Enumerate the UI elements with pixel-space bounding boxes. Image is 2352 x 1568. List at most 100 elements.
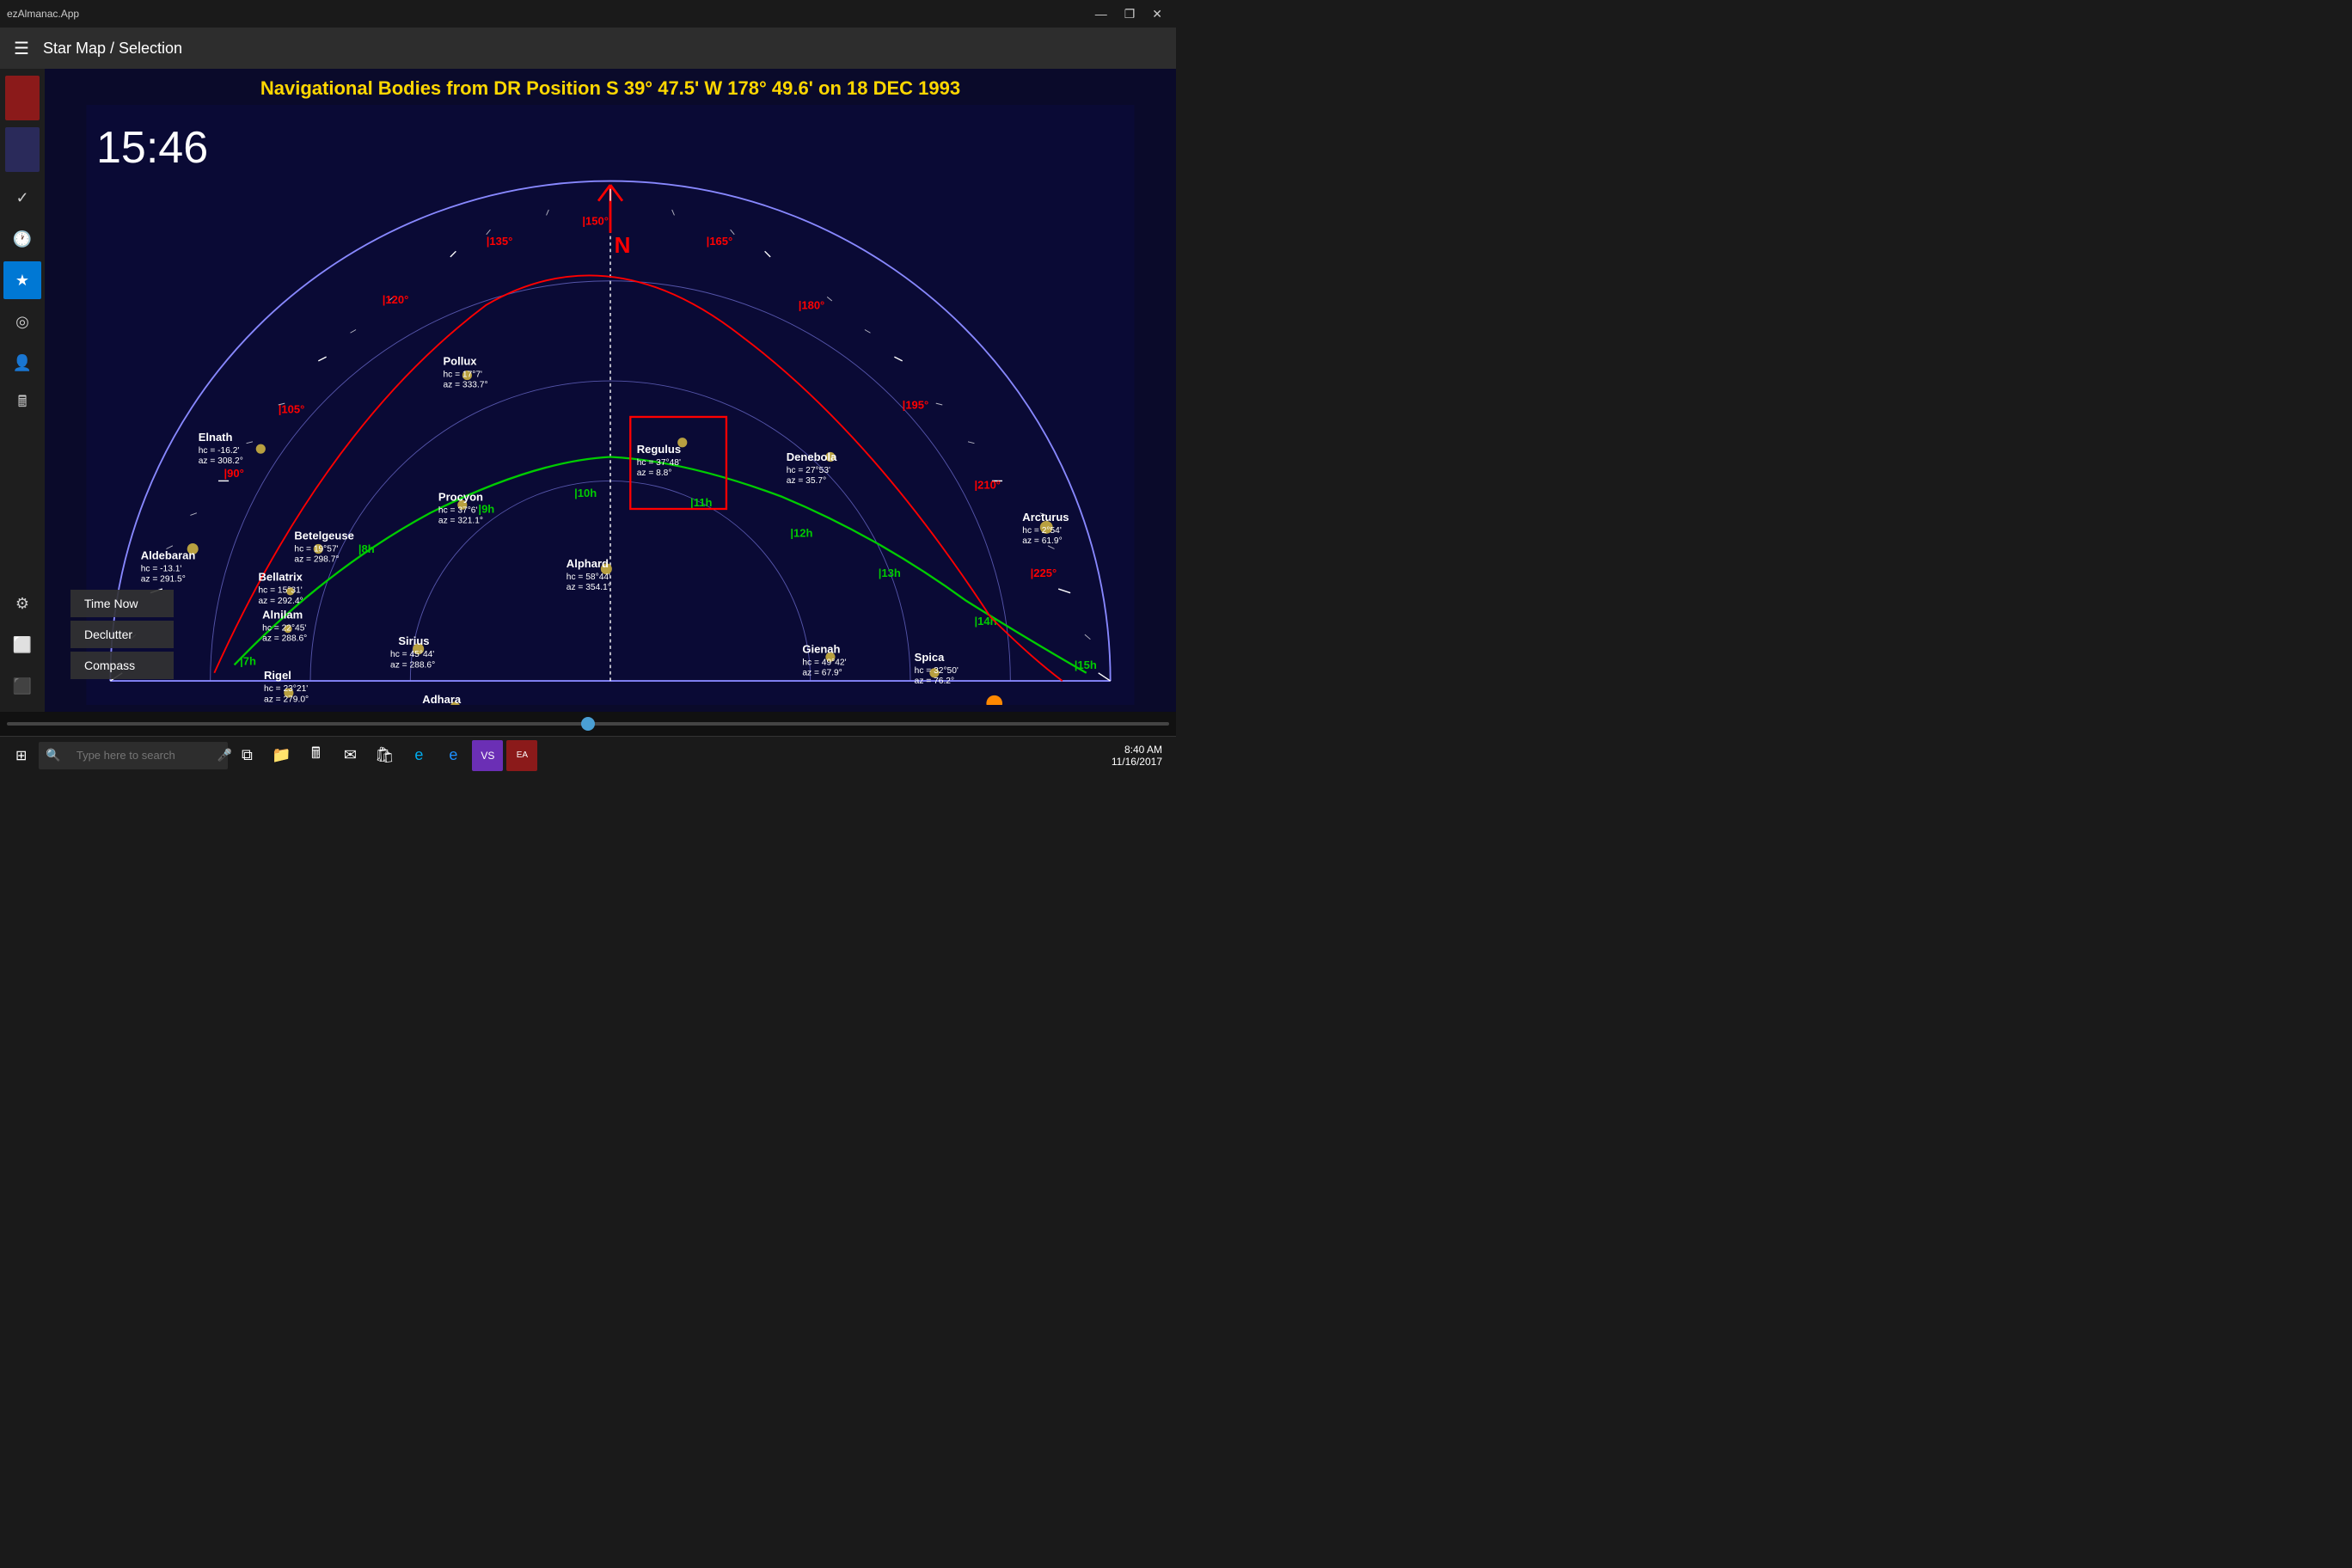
svg-text:hc = 32°50': hc = 32°50': [915, 666, 959, 676]
svg-text:|150°: |150°: [582, 215, 609, 228]
timeline-bar: [0, 712, 1176, 736]
svg-text:|8h: |8h: [358, 542, 375, 555]
svg-text:az = 35.7°: az = 35.7°: [787, 476, 826, 486]
timeline-slider[interactable]: [7, 722, 1169, 726]
svg-text:Pollux: Pollux: [443, 354, 477, 367]
svg-text:Denebola: Denebola: [787, 450, 837, 463]
svg-text:|10h: |10h: [574, 487, 597, 499]
svg-text:Procyon: Procyon: [438, 491, 483, 504]
minimize-button[interactable]: —: [1088, 3, 1114, 25]
svg-text:Elnath: Elnath: [199, 431, 233, 444]
svg-text:az = 76.2°: az = 76.2°: [915, 677, 954, 686]
time-display: 15:46: [96, 122, 208, 174]
sidebar-item-person[interactable]: 👤: [3, 344, 41, 382]
svg-text:N: N: [615, 232, 631, 258]
ie-button[interactable]: e: [438, 740, 469, 771]
svg-text:hc = 49°42': hc = 49°42': [802, 658, 846, 667]
sidebar-item-settings[interactable]: ⚙: [3, 585, 41, 622]
edge-button[interactable]: e: [403, 740, 434, 771]
svg-text:hc = 17°7': hc = 17°7': [443, 370, 482, 379]
svg-text:Alnilam: Alnilam: [262, 608, 303, 621]
task-view-button[interactable]: ⧉: [231, 740, 262, 771]
svg-text:|120°: |120°: [383, 293, 409, 306]
svg-text:hc = -13.1': hc = -13.1': [141, 565, 182, 574]
microphone-icon: 🎤: [217, 748, 232, 763]
svg-text:az = 354.1°: az = 354.1°: [567, 583, 611, 592]
svg-text:|12h: |12h: [790, 527, 812, 540]
clock-date: 11/16/2017: [1112, 756, 1162, 768]
sidebar-item-check[interactable]: ✓: [3, 179, 41, 217]
svg-text:Sirius: Sirius: [398, 634, 429, 647]
svg-text:hc = 37°6': hc = 37°6': [438, 506, 478, 516]
svg-text:az = 291.5°: az = 291.5°: [141, 575, 186, 585]
svg-text:Rigel: Rigel: [264, 669, 291, 682]
star-map-area[interactable]: 15:46: [45, 105, 1176, 705]
svg-text:az = 321.1°: az = 321.1°: [438, 517, 483, 526]
sidebar-item-clock[interactable]: 🕐: [3, 220, 41, 258]
svg-text:|135°: |135°: [487, 235, 513, 248]
calculator-taskbar-button[interactable]: 🖩: [300, 740, 331, 771]
compass-button[interactable]: Compass: [70, 652, 174, 679]
sidebar-item-panel2[interactable]: ⬛: [3, 667, 41, 705]
taskbar-search-input[interactable]: [66, 742, 212, 769]
svg-text:Gienah: Gienah: [802, 643, 840, 656]
svg-text:Bellatrix: Bellatrix: [259, 571, 303, 584]
star-map-svg: N: [45, 105, 1176, 705]
start-button[interactable]: ⊞: [7, 744, 35, 768]
star-map-title: Navigational Bodies from DR Position S 3…: [45, 69, 1176, 105]
svg-text:|90°: |90°: [224, 467, 243, 480]
sidebar-item-target[interactable]: ◎: [3, 303, 41, 340]
svg-text:az = 61.9°: az = 61.9°: [1022, 536, 1062, 546]
mail-button[interactable]: ✉: [334, 740, 365, 771]
sidebar-item-panel1[interactable]: ⬜: [3, 626, 41, 664]
svg-text:|105°: |105°: [279, 402, 305, 415]
svg-text:az = 308.2°: az = 308.2°: [199, 456, 243, 466]
file-explorer-button[interactable]: 📁: [266, 740, 297, 771]
svg-text:hc = 45°44': hc = 45°44': [390, 650, 434, 659]
hamburger-menu[interactable]: ☰: [14, 38, 29, 59]
svg-text:|180°: |180°: [799, 298, 825, 311]
declutter-button[interactable]: Declutter: [70, 621, 174, 648]
svg-text:Alphard: Alphard: [567, 557, 609, 570]
svg-text:Adhara: Adhara: [422, 693, 462, 705]
app-taskbar[interactable]: EA: [506, 740, 537, 771]
svg-text:Arcturus: Arcturus: [1022, 511, 1069, 524]
store-button[interactable]: 🛍: [369, 740, 400, 771]
maximize-button[interactable]: ❐: [1118, 3, 1142, 25]
main-layout: ✓ 🕐 ★ ◎ 👤 🖩 ⚙ ⬜ ⬛ Navigational Bodies fr…: [0, 69, 1176, 712]
svg-text:Spica: Spica: [915, 651, 945, 664]
sidebar-thumb-2[interactable]: [5, 127, 40, 172]
svg-text:|9h: |9h: [478, 503, 494, 516]
svg-text:|210°: |210°: [974, 479, 1001, 492]
svg-text:hc = 2°54': hc = 2°54': [1022, 526, 1062, 536]
svg-text:hc = 27°53': hc = 27°53': [787, 466, 830, 475]
svg-text:hc = 58°44': hc = 58°44': [567, 573, 610, 582]
app-bar-title: Star Map / Selection: [43, 40, 182, 58]
svg-text:hc = -16.2': hc = -16.2': [199, 446, 240, 456]
app-name: ezAlmanac.App: [7, 8, 79, 20]
svg-text:|165°: |165°: [707, 235, 733, 248]
svg-text:az = 288.6°: az = 288.6°: [262, 634, 307, 644]
svg-text:hc = 15°31': hc = 15°31': [259, 586, 303, 596]
sidebar-item-star[interactable]: ★: [3, 261, 41, 299]
vs-button[interactable]: VS: [472, 740, 503, 771]
svg-text:|11h: |11h: [690, 496, 712, 509]
svg-text:|225°: |225°: [1031, 567, 1057, 579]
svg-text:Betelgeuse: Betelgeuse: [294, 529, 353, 542]
close-button[interactable]: ✕: [1145, 3, 1169, 25]
taskbar: ⊞ 🔍 🎤 ⧉ 📁 🖩 ✉ 🛍 e e VS EA 8:40 AM 11/16/…: [0, 736, 1176, 774]
sidebar-thumb-1[interactable]: [5, 76, 40, 120]
svg-text:hc = 22°45': hc = 22°45': [262, 623, 306, 633]
app-bar: ☰ Star Map / Selection: [0, 28, 1176, 69]
svg-text:hc = 37°48': hc = 37°48': [637, 458, 681, 468]
svg-text:|15h: |15h: [1075, 658, 1097, 671]
sidebar-item-calculator[interactable]: 🖩: [3, 385, 41, 423]
svg-text:|195°: |195°: [903, 399, 929, 412]
time-now-button[interactable]: Time Now: [70, 590, 174, 617]
taskbar-time: 8:40 AM 11/16/2017: [1112, 744, 1169, 768]
svg-text:az = 292.4°: az = 292.4°: [259, 597, 303, 606]
svg-text:Aldebaran: Aldebaran: [141, 549, 196, 562]
svg-text:az = 298.7°: az = 298.7°: [294, 554, 339, 564]
content-area: Navigational Bodies from DR Position S 3…: [45, 69, 1176, 712]
window-controls: — ❐ ✕: [1088, 3, 1169, 25]
